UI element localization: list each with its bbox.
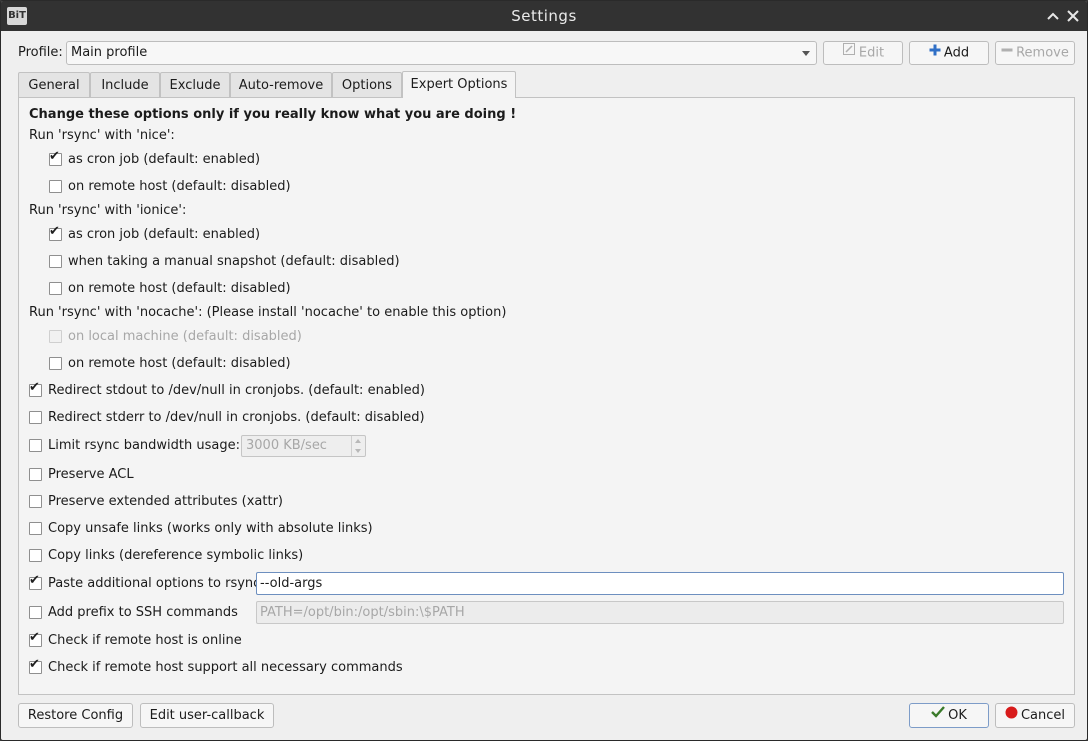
tab-exclude[interactable]: Exclude	[160, 72, 230, 97]
nice-cron-checkbox[interactable]: ✔	[49, 149, 62, 166]
tab-include[interactable]: Include	[90, 72, 160, 97]
nice-cron-label[interactable]: as cron job (default: enabled)	[68, 152, 260, 167]
nocache-section-label: Run 'rsync' with 'nocache': (Please inst…	[29, 305, 507, 320]
check-commands-label[interactable]: Check if remote host support all necessa…	[48, 660, 403, 675]
bwlimit-label[interactable]: Limit rsync bandwidth usage:	[48, 438, 240, 453]
ok-icon	[931, 704, 946, 727]
redirect-stdout-checkbox[interactable]: ✔	[29, 381, 42, 397]
bwlimit-spinbox[interactable]: 3000 KB/sec	[241, 435, 366, 457]
check-online-checkbox[interactable]: ✔	[29, 631, 42, 647]
ssh-prefix-checkbox[interactable]	[29, 606, 42, 619]
acl-label[interactable]: Preserve ACL	[48, 467, 134, 482]
cancel-button[interactable]: Cancel	[995, 703, 1075, 728]
nice-section-label: Run 'rsync' with 'nice':	[29, 128, 175, 143]
edit-user-callback-button[interactable]: Edit user-callback	[140, 703, 274, 728]
ok-button[interactable]: OK	[909, 703, 989, 728]
acl-checkbox[interactable]	[29, 468, 42, 481]
nice-remote-checkbox[interactable]	[49, 180, 62, 193]
ionice-cron-label[interactable]: as cron job (default: enabled)	[68, 227, 260, 242]
tab-auto-remove[interactable]: Auto-remove	[230, 72, 332, 97]
unsafe-links-label[interactable]: Copy unsafe links (works only with absol…	[48, 521, 373, 536]
check-online-label[interactable]: Check if remote host is online	[48, 633, 242, 648]
edit-profile-button[interactable]: Edit	[823, 41, 903, 65]
profile-select[interactable]: Main profile	[66, 41, 817, 65]
check-commands-checkbox[interactable]: ✔	[29, 658, 42, 674]
bwlimit-value: 3000 KB/sec	[246, 438, 327, 453]
copy-links-label[interactable]: Copy links (dereference symbolic links)	[48, 548, 303, 563]
nocache-local-label: on local machine (default: disabled)	[68, 329, 302, 344]
check-icon: ✔	[49, 149, 60, 164]
bwlimit-checkbox[interactable]	[29, 439, 42, 452]
ionice-cron-checkbox[interactable]: ✔	[49, 225, 62, 241]
edit-icon	[842, 42, 856, 64]
settings-window: BiT Settings Profile: Main profile Edit …	[0, 0, 1088, 741]
add-profile-button[interactable]: Add	[909, 41, 989, 65]
nocache-local-checkbox	[49, 330, 62, 343]
tab-options[interactable]: Options	[332, 72, 402, 97]
xattr-label[interactable]: Preserve extended attributes (xattr)	[48, 494, 283, 509]
rsync-options-label[interactable]: Paste additional options to rsync	[48, 576, 260, 591]
ssh-prefix-label[interactable]: Add prefix to SSH commands	[48, 605, 238, 620]
ionice-remote-checkbox[interactable]	[49, 282, 62, 295]
nocache-remote-label[interactable]: on remote host (default: disabled)	[68, 356, 291, 371]
rsync-options-checkbox[interactable]: ✔	[29, 574, 42, 590]
tab-general[interactable]: General	[18, 72, 90, 97]
remove-profile-button[interactable]: Remove	[995, 41, 1075, 65]
spin-down-icon[interactable]	[355, 449, 361, 453]
ionice-remote-label[interactable]: on remote host (default: disabled)	[68, 281, 291, 296]
ionice-manual-label[interactable]: when taking a manual snapshot (default: …	[68, 254, 400, 269]
plus-icon	[929, 42, 941, 64]
ionice-section-label: Run 'rsync' with 'ionice':	[29, 203, 187, 218]
spin-up-icon[interactable]	[355, 439, 361, 443]
rsync-options-input[interactable]	[256, 572, 1064, 595]
copy-links-checkbox[interactable]	[29, 549, 42, 562]
cancel-icon	[1005, 704, 1018, 727]
redirect-stdout-label[interactable]: Redirect stdout to /dev/null in cronjobs…	[48, 383, 425, 398]
title-bar[interactable]: BiT Settings	[1, 1, 1087, 31]
close-icon[interactable]	[1065, 8, 1081, 24]
redirect-stderr-label[interactable]: Redirect stderr to /dev/null in cronjobs…	[48, 410, 425, 425]
nice-remote-label[interactable]: on remote host (default: disabled)	[68, 179, 291, 194]
unsafe-links-checkbox[interactable]	[29, 522, 42, 535]
nocache-remote-checkbox[interactable]	[49, 357, 62, 370]
ionice-manual-checkbox[interactable]	[49, 255, 62, 268]
window-title: Settings	[511, 7, 577, 25]
restore-config-button[interactable]: Restore Config	[18, 703, 133, 728]
warning-heading: Change these options only if you really …	[29, 107, 517, 122]
profile-label: Profile:	[18, 45, 63, 60]
minus-icon	[1001, 42, 1013, 64]
xattr-checkbox[interactable]	[29, 495, 42, 508]
ssh-prefix-input	[256, 601, 1064, 624]
profile-select-value: Main profile	[71, 45, 148, 60]
maximize-icon[interactable]	[1045, 8, 1061, 24]
redirect-stderr-checkbox[interactable]	[29, 411, 42, 424]
chevron-down-icon	[802, 51, 810, 56]
tab-expert-options[interactable]: Expert Options	[402, 71, 516, 98]
